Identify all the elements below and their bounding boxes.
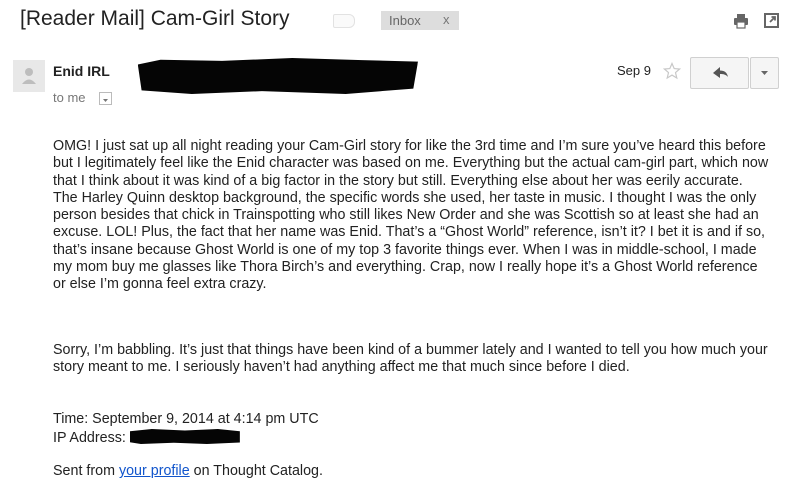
- show-details-button[interactable]: [99, 92, 112, 105]
- recipient-line: to me: [53, 90, 86, 105]
- email-date: Sep 9: [617, 63, 651, 78]
- person-icon: [22, 68, 36, 84]
- sender-name[interactable]: Enid IRL: [53, 63, 110, 79]
- print-icon[interactable]: [733, 13, 749, 29]
- redacted-sender-email: [136, 58, 419, 94]
- message-paragraph-1: OMG! I just sat up all night reading you…: [53, 138, 769, 293]
- submission-time: Time: September 9, 2014 at 4:14 pm UTC: [53, 411, 319, 427]
- redacted-ip-address: [129, 429, 240, 444]
- dropdown-arrow-icon: [761, 71, 768, 75]
- inbox-label-text: Inbox: [389, 13, 421, 28]
- remove-label-button[interactable]: x: [443, 12, 450, 27]
- reply-icon: [713, 67, 728, 78]
- avatar: [13, 60, 45, 92]
- profile-link[interactable]: your profile: [119, 463, 190, 479]
- new-window-icon[interactable]: [763, 12, 780, 29]
- subject-row: [Reader Mail] Cam-Girl Story Inbox x: [0, 0, 786, 40]
- sent-from-line: Sent from your profile on Thought Catalo…: [53, 463, 769, 480]
- ip-address-label: IP Address:: [53, 430, 126, 446]
- star-icon[interactable]: [663, 62, 681, 80]
- email-subject: [Reader Mail] Cam-Girl Story: [20, 7, 290, 30]
- reply-button[interactable]: [690, 57, 749, 89]
- ip-address-line: IP Address:: [53, 429, 769, 447]
- inbox-label-chip[interactable]: Inbox x: [381, 11, 459, 30]
- chevron-down-icon: [103, 99, 108, 102]
- label-tag-icon[interactable]: [333, 14, 355, 28]
- sent-prefix: Sent from: [53, 463, 119, 479]
- more-options-button[interactable]: [750, 57, 779, 89]
- message-paragraph-2: Sorry, I’m babbling. It’s just that thin…: [53, 342, 768, 376]
- sent-suffix: on Thought Catalog.: [189, 463, 323, 479]
